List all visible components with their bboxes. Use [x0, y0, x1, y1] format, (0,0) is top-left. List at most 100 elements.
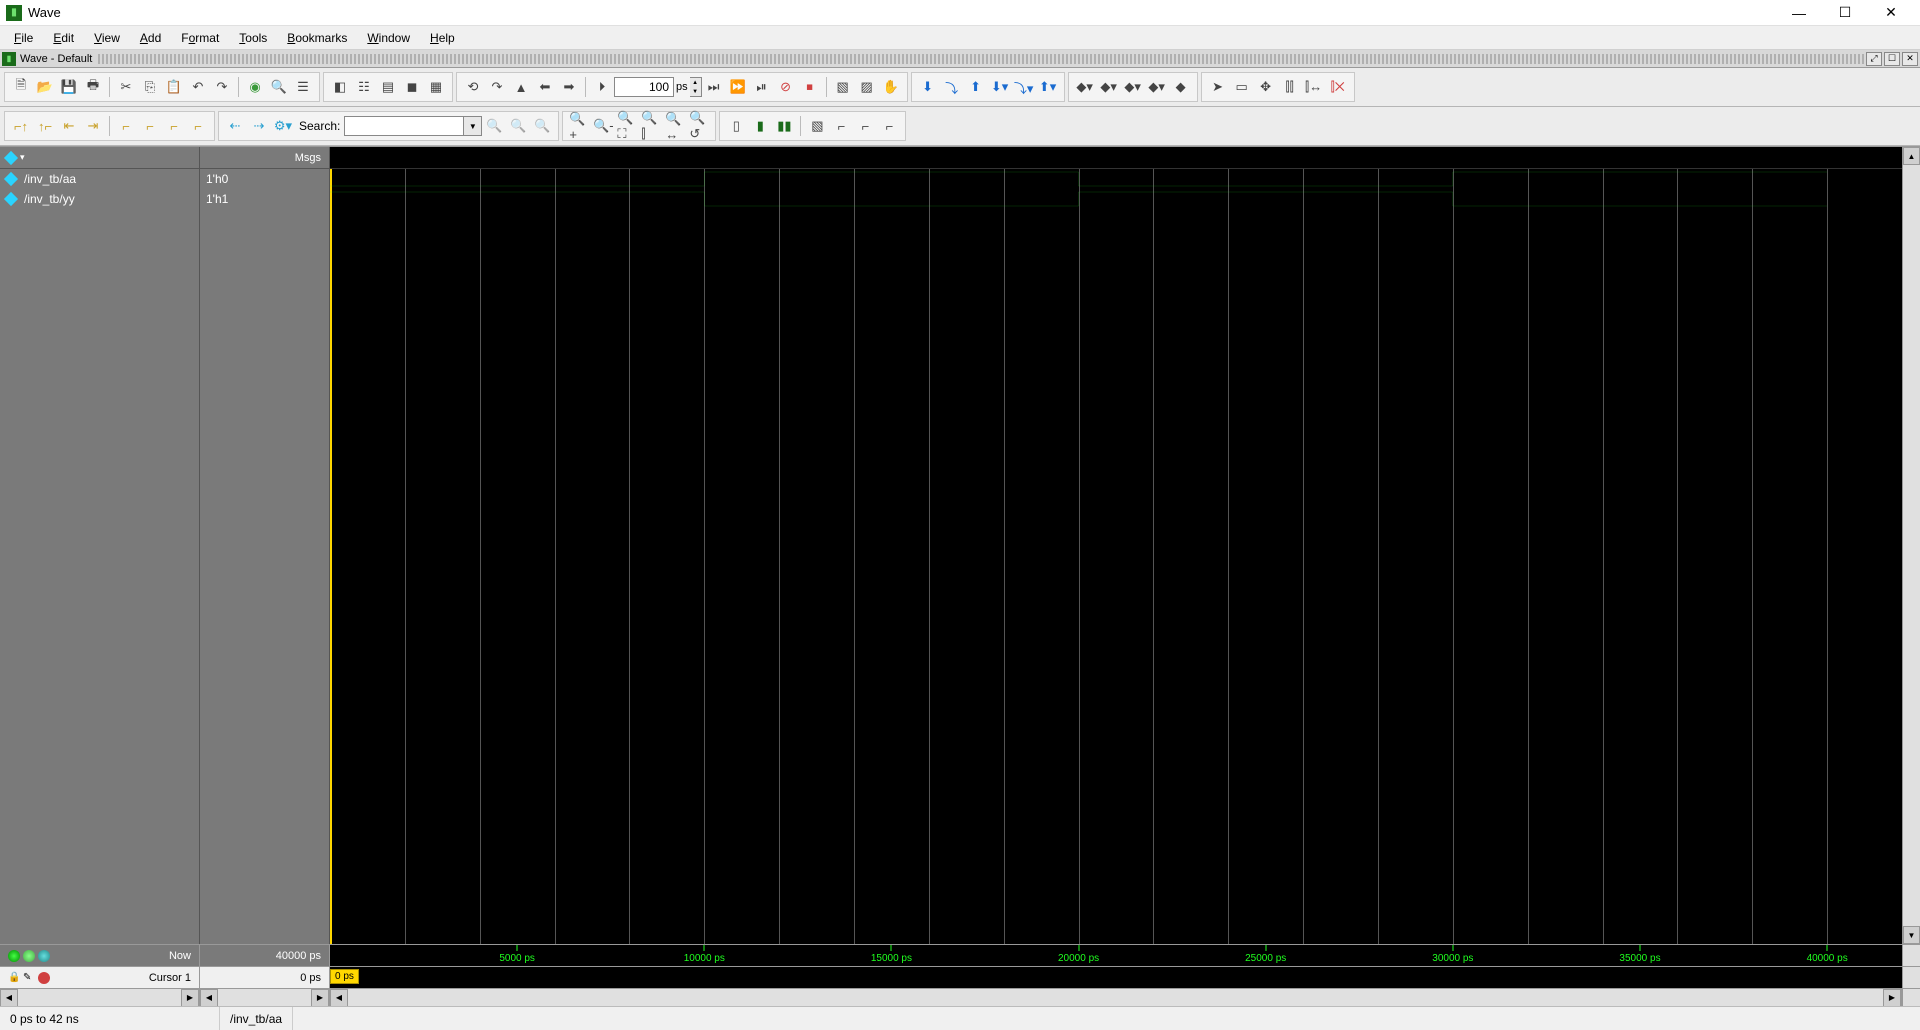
- run-all-icon[interactable]: ⏭: [703, 76, 725, 98]
- signal-names-pane[interactable]: ▾ /inv_tb/aa/inv_tb/yy: [0, 147, 200, 944]
- pointer-icon[interactable]: ➤: [1207, 76, 1229, 98]
- maximize-button[interactable]: ☐: [1822, 0, 1868, 26]
- objects-icon[interactable]: ▤: [377, 76, 399, 98]
- process-icon[interactable]: ◼: [401, 76, 423, 98]
- search-input[interactable]: [344, 116, 464, 136]
- analog2-icon[interactable]: ▮: [749, 115, 771, 137]
- minimize-button[interactable]: —: [1776, 0, 1822, 26]
- time-ruler[interactable]: 5000 ps10000 ps15000 ps20000 ps25000 ps3…: [330, 945, 1902, 966]
- analog6-icon[interactable]: ⌐: [854, 115, 876, 137]
- menu-add[interactable]: AddAdd: [130, 28, 171, 48]
- search-opts-icon[interactable]: ⚙▾: [272, 115, 294, 137]
- step-over-icon[interactable]: ↷: [486, 76, 508, 98]
- mem2-icon[interactable]: ▨: [856, 76, 878, 98]
- menu-format[interactable]: FormatFormat: [171, 28, 229, 48]
- select-icon[interactable]: ▭: [1231, 76, 1253, 98]
- menu-edit[interactable]: EditEdit: [43, 28, 84, 48]
- prev-edge-icon[interactable]: ⇤: [58, 115, 80, 137]
- save-icon[interactable]: 💾: [58, 76, 80, 98]
- wave-window-icon[interactable]: ▦: [425, 76, 447, 98]
- waveform-pane[interactable]: [330, 147, 1902, 944]
- scroll-up-button[interactable]: ▲: [1903, 147, 1920, 165]
- scroll-left-button[interactable]: ◀: [330, 989, 348, 1007]
- analog1-icon[interactable]: ▯: [725, 115, 747, 137]
- new-icon[interactable]: 🗎: [10, 76, 32, 98]
- sig2-icon[interactable]: ◆▾: [1098, 76, 1120, 98]
- redo-icon[interactable]: ↷: [211, 76, 233, 98]
- sig3-icon[interactable]: ◆▾: [1122, 76, 1144, 98]
- step-next-icon[interactable]: ➡: [558, 76, 580, 98]
- search-dropdown-button[interactable]: ▼: [464, 116, 482, 136]
- scroll-left-button[interactable]: ◀: [0, 989, 18, 1007]
- scroll-track[interactable]: [1903, 165, 1920, 926]
- analog4-icon[interactable]: ▧: [806, 115, 828, 137]
- paste-icon[interactable]: 📋: [163, 76, 185, 98]
- zoom-in-icon[interactable]: 🔍+: [568, 115, 590, 137]
- prev-rising-icon[interactable]: ⌐↑: [10, 115, 32, 137]
- collapse-all-icon[interactable]: ⤵: [941, 76, 963, 98]
- step-up-icon[interactable]: ▲: [510, 76, 532, 98]
- delete-cursor-icon[interactable]: ⫿✕: [1327, 76, 1349, 98]
- toggle-cursor-icon[interactable]: ⫿↔: [1303, 76, 1325, 98]
- zoom-range-icon[interactable]: 🔍↔: [664, 115, 686, 137]
- menu-help[interactable]: HelpHelp: [420, 28, 465, 48]
- signal-value-row[interactable]: 1'h1: [200, 189, 329, 209]
- edge2-icon[interactable]: ⌐: [139, 115, 161, 137]
- scroll-down-button[interactable]: ▼: [1903, 926, 1920, 944]
- scroll-right-button[interactable]: ▶: [1883, 989, 1901, 1007]
- cursor-label[interactable]: 🔒 ✎ Cursor 1: [0, 967, 200, 988]
- search-next-icon[interactable]: ⇢: [248, 115, 270, 137]
- vertical-scrollbar[interactable]: ▲ ▼: [1902, 147, 1920, 944]
- analog3-icon[interactable]: ▮▮: [773, 115, 795, 137]
- search-find1-icon[interactable]: 🔍: [483, 115, 505, 137]
- signal-value-row[interactable]: 1'h0: [200, 169, 329, 189]
- signal-row[interactable]: /inv_tb/aa: [0, 169, 199, 189]
- expand2-icon[interactable]: ⬇▾: [989, 76, 1011, 98]
- search-find3-icon[interactable]: 🔍: [531, 115, 553, 137]
- cursor-position-box[interactable]: 0 ps: [330, 969, 359, 984]
- open-icon[interactable]: 📂: [34, 76, 56, 98]
- close-button[interactable]: ✕: [1868, 0, 1914, 26]
- menu-window[interactable]: WindowWindow: [357, 28, 420, 48]
- edge3-icon[interactable]: ⌐: [163, 115, 185, 137]
- mem-icon[interactable]: ▧: [832, 76, 854, 98]
- run-length-spinner[interactable]: ▲▼: [690, 77, 702, 97]
- hierarchy-icon[interactable]: ☷: [353, 76, 375, 98]
- scroll-right-button[interactable]: ▶: [181, 989, 199, 1007]
- sig1-icon[interactable]: ◆▾: [1074, 76, 1096, 98]
- next-rising-icon[interactable]: ↑⌐: [34, 115, 56, 137]
- restart-icon[interactable]: ⟲: [462, 76, 484, 98]
- sig4-icon[interactable]: ◆▾: [1146, 76, 1168, 98]
- next-edge-icon[interactable]: ⇥: [82, 115, 104, 137]
- signal-values-pane[interactable]: Msgs 1'h01'h1: [200, 147, 330, 944]
- find-icon[interactable]: 🔍: [268, 76, 290, 98]
- search-prev-icon[interactable]: ⇠: [224, 115, 246, 137]
- hand-icon[interactable]: ✋: [880, 76, 902, 98]
- hscroll-values[interactable]: ◀ ▶: [200, 989, 330, 1006]
- menu-bookmarks[interactable]: BookmarksBookmarks: [277, 28, 357, 48]
- stop-icon[interactable]: ⏹: [799, 76, 821, 98]
- collapse2-icon[interactable]: ⤵▾: [1013, 76, 1035, 98]
- zoom-full-icon[interactable]: 🔍⛶: [616, 115, 638, 137]
- break-icon[interactable]: ⊘: [775, 76, 797, 98]
- scroll-left-button[interactable]: ◀: [200, 989, 218, 1007]
- hscroll-names[interactable]: ◀ ▶: [0, 989, 200, 1006]
- zoom-cursor-icon[interactable]: 🔍⫿: [640, 115, 662, 137]
- zoom-out-icon[interactable]: 🔍-: [592, 115, 614, 137]
- expand-down-icon[interactable]: ⬇: [917, 76, 939, 98]
- cut-icon[interactable]: ✂: [115, 76, 137, 98]
- add-cursor-icon[interactable]: ⫿⫿: [1279, 76, 1301, 98]
- menu-view[interactable]: ViewView: [84, 28, 130, 48]
- search-find2-icon[interactable]: 🔍: [507, 115, 529, 137]
- cursor-ruler[interactable]: 0 ps: [330, 967, 1902, 988]
- continue-icon[interactable]: ⏩: [727, 76, 749, 98]
- cursor-marker[interactable]: [330, 169, 332, 944]
- menu-file[interactable]: FFileile: [4, 28, 43, 48]
- subwin-undock-button[interactable]: ⤢: [1866, 52, 1882, 66]
- expand3-icon[interactable]: ⬆▾: [1037, 76, 1059, 98]
- move-icon[interactable]: ✥: [1255, 76, 1277, 98]
- hscroll-wave[interactable]: ◀ ▶: [330, 989, 1902, 1006]
- run-icon[interactable]: ⏵: [591, 76, 613, 98]
- drag-stripes[interactable]: [98, 54, 1864, 64]
- collapse-icon[interactable]: ☰: [292, 76, 314, 98]
